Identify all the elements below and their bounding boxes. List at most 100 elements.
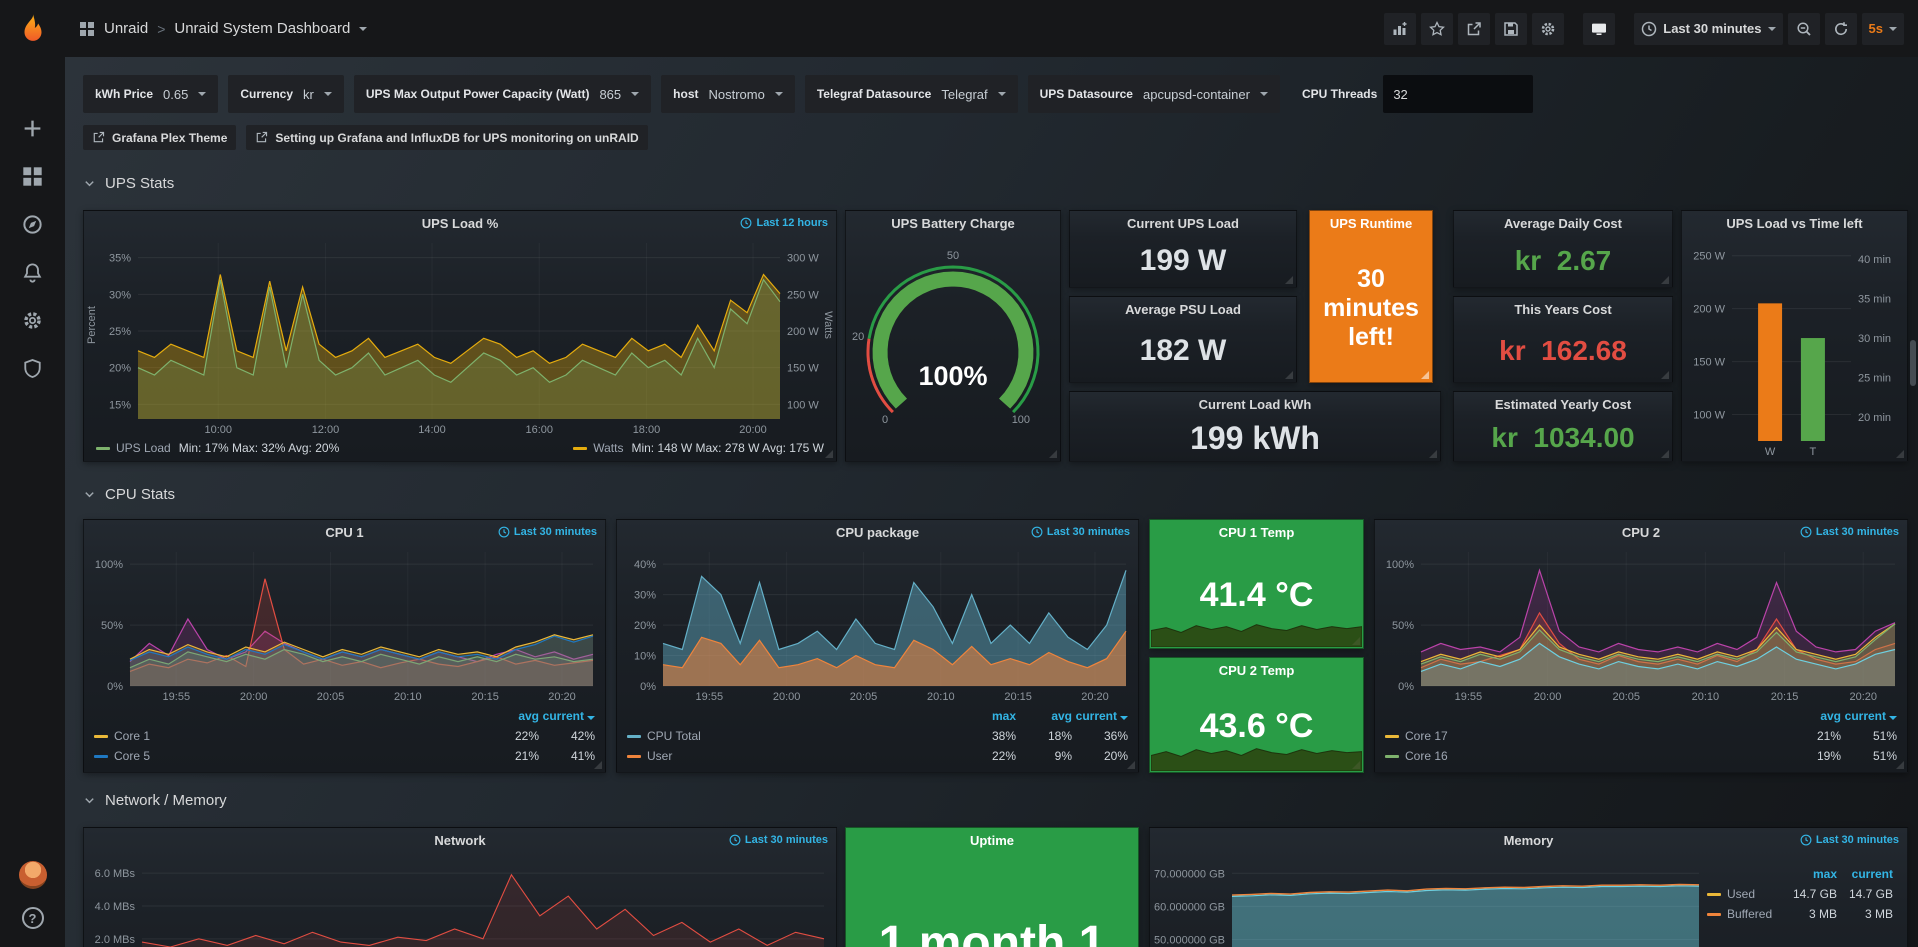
variable-currency[interactable]: Currency kr <box>228 75 344 113</box>
panel-title[interactable]: UPS Battery Charge <box>846 211 1060 235</box>
cpu-threads-input[interactable] <box>1383 75 1533 113</box>
dashboard-settings-button[interactable] <box>1532 13 1564 45</box>
save-dashboard-button[interactable] <box>1495 13 1527 45</box>
legend-value: 14.7 GB <box>1781 887 1837 901</box>
breadcrumb-folder[interactable]: Unraid <box>104 20 148 37</box>
legend-col-avg[interactable]: avg <box>483 709 539 723</box>
create-icon[interactable] <box>0 104 65 152</box>
panel-time-badge[interactable]: Last 30 minutes <box>1031 526 1130 538</box>
panel-time-badge[interactable]: Last 30 minutes <box>729 834 828 846</box>
row-title: UPS Stats <box>105 175 174 192</box>
user-avatar[interactable] <box>19 861 47 889</box>
svg-text:20:10: 20:10 <box>1692 691 1720 703</box>
svg-text:20:00: 20:00 <box>773 691 801 703</box>
legend-col-current[interactable]: current <box>1841 709 1897 723</box>
legend-row-user[interactable]: User 22% 9% 20% <box>627 746 1128 766</box>
panel-time-badge[interactable]: Last 12 hours <box>740 217 828 229</box>
legend-row-buffered[interactable]: Buffered 3 MB 3 MB <box>1707 904 1893 924</box>
row-header-ups-stats[interactable]: UPS Stats <box>83 173 174 193</box>
panel-title[interactable]: Estimated Yearly Cost <box>1454 392 1672 416</box>
legend-series-name: Core 1 <box>114 729 475 743</box>
row-header-cpu-stats[interactable]: CPU Stats <box>83 484 175 504</box>
variable-label: UPS Max Output Power Capacity (Watt) <box>366 87 590 101</box>
panel-title[interactable]: Average PSU Load <box>1070 297 1296 321</box>
link-grafana-plex-theme[interactable]: Grafana Plex Theme <box>83 125 236 150</box>
panel-title[interactable]: CPU 2 Temp <box>1150 658 1363 682</box>
time-range-picker[interactable]: Last 30 minutes <box>1634 13 1782 45</box>
variable-kwh-price[interactable]: kWh Price 0.65 <box>83 75 218 113</box>
legend-col-avg[interactable]: avg <box>1785 709 1841 723</box>
configuration-icon[interactable] <box>0 296 65 344</box>
legend-col-current[interactable]: current <box>539 709 595 723</box>
network-chart[interactable]: 2.0 MBs4.0 MBs6.0 MBs <box>84 852 836 947</box>
zoom-out-time-button[interactable] <box>1788 13 1820 45</box>
panel-title[interactable]: Current UPS Load <box>1070 211 1296 235</box>
legend-row-core5[interactable]: Core 5 21% 41% <box>94 746 595 766</box>
panel-title[interactable]: UPS Runtime <box>1310 211 1432 235</box>
refresh-interval-dropdown[interactable]: 5s <box>1862 13 1904 45</box>
legend-row-core16[interactable]: Core 16 19% 51% <box>1385 746 1897 766</box>
legend-col-current[interactable]: current <box>1072 709 1128 723</box>
server-admin-icon[interactable] <box>0 344 65 392</box>
panel-title[interactable]: Uptime <box>846 828 1138 852</box>
panel-time-badge[interactable]: Last 30 minutes <box>498 526 597 538</box>
battery-gauge[interactable]: 02050100100% <box>846 235 1060 461</box>
variable-ups-max-output[interactable]: UPS Max Output Power Capacity (Watt) 865 <box>354 75 651 113</box>
legend-item-watts[interactable]: Watts Min: 148 W Max: 278 W Avg: 175 W <box>573 441 824 455</box>
ups-load-chart[interactable]: 15%20%25%30%35%100 W150 W200 W250 W300 W… <box>84 235 836 439</box>
panel-title[interactable]: CPU 1 Temp <box>1150 520 1363 544</box>
variable-ups-datasource[interactable]: UPS Datasource apcupsd-container <box>1028 75 1280 113</box>
legend-row-cpu-total[interactable]: CPU Total 38% 18% 36% <box>627 726 1128 746</box>
star-dashboard-button[interactable] <box>1421 13 1453 45</box>
legend-item-ups-load[interactable]: UPS Load Min: 17% Max: 32% Avg: 20% <box>96 441 339 455</box>
legend-col-current[interactable]: current <box>1837 867 1893 881</box>
cycle-view-mode-button[interactable] <box>1583 13 1615 45</box>
cpu2-chart[interactable]: 0%50%100%19:5520:0020:0520:1020:1520:20 <box>1375 544 1907 704</box>
panel-title[interactable]: Current Load kWh <box>1070 392 1440 416</box>
refresh-button[interactable] <box>1825 13 1857 45</box>
clock-icon <box>1800 834 1812 846</box>
legend-series-stats: Min: 148 W Max: 278 W Avg: 175 W <box>631 441 824 455</box>
page-scrollbar[interactable] <box>1910 340 1916 386</box>
alerting-icon[interactable] <box>0 248 65 296</box>
variable-caret <box>775 92 783 96</box>
panel-title[interactable]: Average Daily Cost <box>1454 211 1672 235</box>
svg-text:0%: 0% <box>107 681 123 693</box>
link-ups-monitoring-guide[interactable]: Setting up Grafana and InfluxDB for UPS … <box>246 125 647 150</box>
dashboards-icon[interactable] <box>0 152 65 200</box>
legend-value: 21% <box>1785 729 1841 743</box>
cpu1-chart[interactable]: 0%50%100%19:5520:0020:0520:1020:1520:20 <box>84 544 605 704</box>
variable-host[interactable]: host Nostromo <box>661 75 795 113</box>
panel-title[interactable]: UPS Load vs Time left <box>1682 211 1907 235</box>
legend-col-max[interactable]: max <box>1781 867 1837 881</box>
dashboard-picker-icon[interactable] <box>79 21 95 37</box>
panel-title[interactable]: UPS Load % <box>84 211 836 235</box>
dashboard-dropdown-caret[interactable] <box>359 27 367 31</box>
svg-text:6.0 MBs: 6.0 MBs <box>95 868 136 880</box>
panel-title[interactable]: This Years Cost <box>1454 297 1672 321</box>
legend-row-core17[interactable]: Core 17 21% 51% <box>1385 726 1897 746</box>
variable-telegraf-datasource[interactable]: Telegraf Datasource Telegraf <box>805 75 1018 113</box>
legend-col-avg[interactable]: avg <box>1016 709 1072 723</box>
memory-chart[interactable]: 50.000000 GB60.000000 GB70.000000 GB <box>1150 852 1707 947</box>
panel-time-badge[interactable]: Last 30 minutes <box>1800 526 1899 538</box>
ups-load-vs-time-chart[interactable]: 100 W150 W200 W250 W20 min25 min30 min35… <box>1682 235 1907 461</box>
explore-icon[interactable] <box>0 200 65 248</box>
cpu-package-chart[interactable]: 0%10%20%30%40%19:5520:0020:0520:1020:152… <box>617 544 1138 704</box>
share-dashboard-button[interactable] <box>1458 13 1490 45</box>
svg-text:0%: 0% <box>640 681 656 693</box>
time-badge-label: Last 30 minutes <box>1047 526 1130 538</box>
help-icon[interactable]: ? <box>22 907 44 929</box>
panel-title[interactable]: Network <box>84 828 836 852</box>
panel-cpu2-temp: CPU 2 Temp 43.6 °C <box>1149 657 1364 773</box>
panel-time-badge[interactable]: Last 30 minutes <box>1800 834 1899 846</box>
legend-row-core1[interactable]: Core 1 22% 42% <box>94 726 595 746</box>
breadcrumb-title[interactable]: Unraid System Dashboard <box>174 20 350 37</box>
add-panel-button[interactable] <box>1384 13 1416 45</box>
grafana-logo[interactable] <box>0 0 65 57</box>
legend-row-used[interactable]: Used 14.7 GB 14.7 GB <box>1707 884 1893 904</box>
panel-title[interactable]: Memory <box>1150 828 1907 852</box>
row-header-network-memory[interactable]: Network / Memory <box>83 790 227 810</box>
navbar: Unraid > Unraid System Dashboard <box>65 0 1918 57</box>
legend-col-max[interactable]: max <box>960 709 1016 723</box>
